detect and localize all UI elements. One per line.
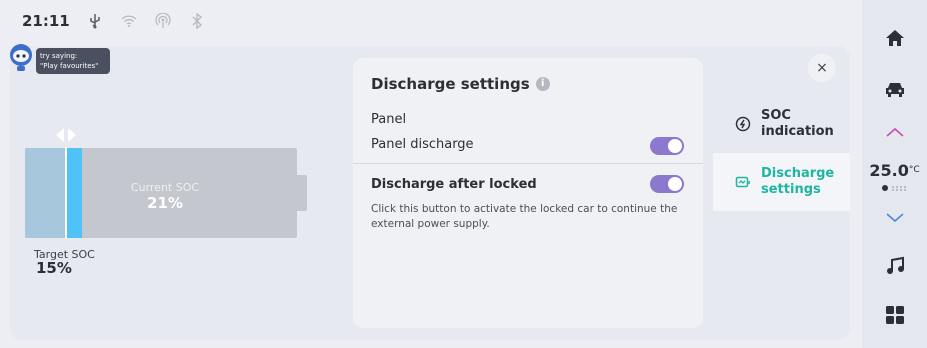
temperature-display: 25.0 °C <box>862 158 927 182</box>
fan-icon[interactable] <box>862 182 927 194</box>
menu-label-line2: settings <box>761 182 821 197</box>
battery-current-fill <box>65 148 83 238</box>
target-soc-marker[interactable] <box>64 148 67 238</box>
panel-discharge-toggle[interactable] <box>650 137 684 155</box>
usb-icon <box>86 12 104 30</box>
section-label-panel: Panel <box>371 112 407 127</box>
target-soc-slider-handle[interactable] <box>54 127 78 142</box>
apps-grid-icon[interactable] <box>862 304 927 326</box>
clock: 21:11 <box>22 12 70 30</box>
voice-tip-line2: "Play favourites" <box>40 62 99 70</box>
discharge-settings-panel: Discharge settings i Panel Panel dischar… <box>353 58 703 328</box>
panel-discharge-label: Panel discharge <box>371 137 474 152</box>
temperature-value: 25.0 <box>869 160 909 180</box>
battery-target-fill <box>25 148 66 238</box>
wifi-icon <box>120 12 138 30</box>
discharge-after-locked-label: Discharge after locked <box>371 177 537 192</box>
menu-label: SOC indication <box>761 108 834 140</box>
temperature-up-icon[interactable] <box>862 122 927 142</box>
current-soc-label: Current SOC <box>130 181 200 194</box>
discharge-after-locked-description: Click this button to activate the locked… <box>371 203 678 230</box>
bluetooth-icon <box>188 12 206 30</box>
temperature-unit: °C <box>908 165 920 175</box>
close-icon: × <box>816 60 828 76</box>
menu-label-line2: indication <box>761 124 834 139</box>
voice-tip: try saying: "Play favourites" <box>36 48 110 74</box>
music-icon[interactable] <box>862 255 927 277</box>
menu-label-line1: Discharge <box>761 166 835 181</box>
target-soc-value: 15% <box>36 259 72 277</box>
car-icon[interactable] <box>862 78 927 102</box>
divider <box>353 163 703 164</box>
menu-label: Discharge settings <box>761 166 834 198</box>
voice-assistant-avatar[interactable] <box>6 42 36 72</box>
menu-item-discharge-settings[interactable]: Discharge settings <box>713 153 850 211</box>
toggle-knob <box>668 139 682 153</box>
menu-label-line1: SOC <box>761 108 791 123</box>
hotspot-icon <box>154 12 172 30</box>
voice-tip-line1: try saying: <box>40 52 78 60</box>
status-bar: 21:11 <box>0 0 862 42</box>
battery-cap <box>297 175 307 211</box>
right-dock: 25.0 °C <box>862 0 927 348</box>
discharge-after-locked-toggle[interactable] <box>650 175 684 193</box>
soc-icon <box>735 116 751 132</box>
panel-title: Discharge settings i <box>371 75 550 93</box>
current-soc-value: 21% <box>147 194 183 212</box>
toggle-knob <box>668 177 682 191</box>
discharge-icon <box>735 174 751 190</box>
home-icon[interactable] <box>862 26 927 50</box>
close-button[interactable]: × <box>808 54 836 82</box>
panel-title-text: Discharge settings <box>371 75 530 93</box>
menu-item-soc-indication[interactable]: SOC indication <box>713 95 850 153</box>
temperature-down-icon[interactable] <box>862 208 927 228</box>
info-icon[interactable]: i <box>535 77 550 91</box>
